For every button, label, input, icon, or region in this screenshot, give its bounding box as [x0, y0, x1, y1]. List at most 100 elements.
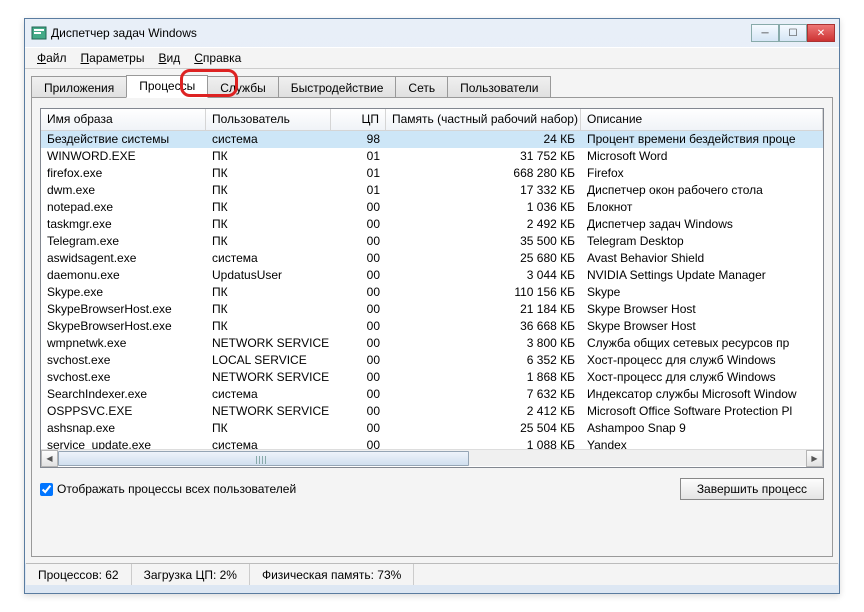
show-all-users-input[interactable] — [40, 483, 53, 496]
menu-file[interactable]: Файл — [31, 49, 73, 67]
cell-desc: Microsoft Word — [581, 148, 823, 165]
scroll-left-icon[interactable]: ◀ — [41, 450, 58, 467]
menu-help[interactable]: Справка — [188, 49, 247, 67]
col-image-name[interactable]: Имя образа — [41, 109, 206, 130]
tab-networking[interactable]: Сеть — [395, 76, 448, 98]
cell-user: ПК — [206, 199, 331, 216]
cell-memory: 668 280 КБ — [386, 165, 581, 182]
cell-memory: 25 504 КБ — [386, 420, 581, 437]
table-row[interactable]: firefox.exeПК01668 280 КБFirefox — [41, 165, 823, 182]
cell-image: ashsnap.exe — [41, 420, 206, 437]
cell-desc: Skype Browser Host — [581, 301, 823, 318]
cell-image: daemonu.exe — [41, 267, 206, 284]
task-manager-window: Диспетчер задач Windows ─ ☐ ✕ Файл Парам… — [24, 18, 840, 594]
cell-cpu: 00 — [331, 420, 386, 437]
cell-memory: 2 492 КБ — [386, 216, 581, 233]
table-row[interactable]: notepad.exeПК001 036 КББлокнот — [41, 199, 823, 216]
table-row[interactable]: Telegram.exeПК0035 500 КБTelegram Deskto… — [41, 233, 823, 250]
cell-image: dwm.exe — [41, 182, 206, 199]
cell-desc: Skype — [581, 284, 823, 301]
cell-user: NETWORK SERVICE — [206, 335, 331, 352]
table-row[interactable]: OSPPSVC.EXENETWORK SERVICE002 412 КБMicr… — [41, 403, 823, 420]
cell-user: система — [206, 386, 331, 403]
tab-applications[interactable]: Приложения — [31, 76, 127, 98]
table-row[interactable]: WINWORD.EXEПК0131 752 КБMicrosoft Word — [41, 148, 823, 165]
cell-cpu: 00 — [331, 216, 386, 233]
table-row[interactable]: svchost.exeLOCAL SERVICE006 352 КБХост-п… — [41, 352, 823, 369]
show-all-users-checkbox[interactable]: Отображать процессы всех пользователей — [40, 482, 296, 496]
table-row[interactable]: Skype.exeПК00110 156 КБSkype — [41, 284, 823, 301]
cell-user: LOCAL SERVICE — [206, 352, 331, 369]
tab-users[interactable]: Пользователи — [447, 76, 551, 98]
cell-cpu: 00 — [331, 352, 386, 369]
menu-options[interactable]: Параметры — [75, 49, 151, 67]
end-process-button[interactable]: Завершить процесс — [680, 478, 824, 500]
table-row[interactable]: SkypeBrowserHost.exeПК0021 184 КБSkype B… — [41, 301, 823, 318]
table-row[interactable]: Бездействие системысистема9824 КБПроцент… — [41, 131, 823, 148]
table-row[interactable]: SkypeBrowserHost.exeПК0036 668 КБSkype B… — [41, 318, 823, 335]
cell-desc: Диспетчер окон рабочего стола — [581, 182, 823, 199]
table-row[interactable]: SearchIndexer.exeсистема007 632 КБИндекс… — [41, 386, 823, 403]
table-row[interactable]: wmpnetwk.exeNETWORK SERVICE003 800 КБСлу… — [41, 335, 823, 352]
tab-performance[interactable]: Быстродействие — [278, 76, 397, 98]
cell-memory: 31 752 КБ — [386, 148, 581, 165]
cell-image: service_update.exe — [41, 437, 206, 449]
cell-user: ПК — [206, 216, 331, 233]
cell-desc: Диспетчер задач Windows — [581, 216, 823, 233]
cell-user: UpdatusUser — [206, 267, 331, 284]
cell-user: NETWORK SERVICE — [206, 369, 331, 386]
cell-image: wmpnetwk.exe — [41, 335, 206, 352]
process-list[interactable]: Имя образа Пользователь ЦП Память (частн… — [40, 108, 824, 468]
maximize-button[interactable]: ☐ — [779, 24, 807, 42]
tab-processes[interactable]: Процессы — [126, 75, 208, 98]
cell-memory: 1 088 КБ — [386, 437, 581, 449]
cell-memory: 3 044 КБ — [386, 267, 581, 284]
cell-user: ПК — [206, 148, 331, 165]
scroll-right-icon[interactable]: ▶ — [806, 450, 823, 467]
app-icon — [31, 25, 47, 41]
cell-desc: Служба общих сетевых ресурсов пр — [581, 335, 823, 352]
menu-view[interactable]: Вид — [152, 49, 186, 67]
cell-user: NETWORK SERVICE — [206, 403, 331, 420]
cell-desc: Хост-процесс для служб Windows — [581, 369, 823, 386]
cell-image: svchost.exe — [41, 369, 206, 386]
horizontal-scrollbar[interactable]: ◀ ▶ — [41, 449, 823, 466]
cell-memory: 1 868 КБ — [386, 369, 581, 386]
cell-user: система — [206, 131, 331, 148]
col-cpu[interactable]: ЦП — [331, 109, 386, 130]
tab-services[interactable]: Службы — [207, 76, 278, 98]
process-list-body[interactable]: Бездействие системысистема9824 КБПроцент… — [41, 131, 823, 449]
minimize-button[interactable]: ─ — [751, 24, 779, 42]
cell-desc: Firefox — [581, 165, 823, 182]
cell-desc: Ashampoo Snap 9 — [581, 420, 823, 437]
cell-image: SearchIndexer.exe — [41, 386, 206, 403]
scroll-thumb[interactable] — [58, 451, 469, 466]
cell-memory: 7 632 КБ — [386, 386, 581, 403]
cell-memory: 36 668 КБ — [386, 318, 581, 335]
titlebar[interactable]: Диспетчер задач Windows ─ ☐ ✕ — [25, 19, 839, 47]
table-row[interactable]: daemonu.exeUpdatusUser003 044 КБNVIDIA S… — [41, 267, 823, 284]
cell-cpu: 00 — [331, 437, 386, 449]
cell-desc: Skype Browser Host — [581, 318, 823, 335]
table-row[interactable]: service_update.exeсистема001 088 КБYande… — [41, 437, 823, 449]
table-row[interactable]: taskmgr.exeПК002 492 КБДиспетчер задач W… — [41, 216, 823, 233]
cell-cpu: 00 — [331, 301, 386, 318]
cell-cpu: 00 — [331, 233, 386, 250]
table-row[interactable]: aswidsagent.exeсистема0025 680 КБAvast B… — [41, 250, 823, 267]
statusbar: Процессов: 62 Загрузка ЦП: 2% Физическая… — [26, 563, 838, 585]
cell-desc: Avast Behavior Shield — [581, 250, 823, 267]
cell-cpu: 00 — [331, 267, 386, 284]
column-headers: Имя образа Пользователь ЦП Память (частн… — [41, 109, 823, 131]
cell-cpu: 00 — [331, 199, 386, 216]
cell-image: notepad.exe — [41, 199, 206, 216]
table-row[interactable]: ashsnap.exeПК0025 504 КБAshampoo Snap 9 — [41, 420, 823, 437]
close-button[interactable]: ✕ — [807, 24, 835, 42]
table-row[interactable]: dwm.exeПК0117 332 КБДиспетчер окон рабоч… — [41, 182, 823, 199]
cell-user: система — [206, 250, 331, 267]
cell-desc: Хост-процесс для служб Windows — [581, 352, 823, 369]
cell-image: Telegram.exe — [41, 233, 206, 250]
col-description[interactable]: Описание — [581, 109, 823, 130]
col-memory[interactable]: Память (частный рабочий набор) — [386, 109, 581, 130]
col-user[interactable]: Пользователь — [206, 109, 331, 130]
table-row[interactable]: svchost.exeNETWORK SERVICE001 868 КБХост… — [41, 369, 823, 386]
